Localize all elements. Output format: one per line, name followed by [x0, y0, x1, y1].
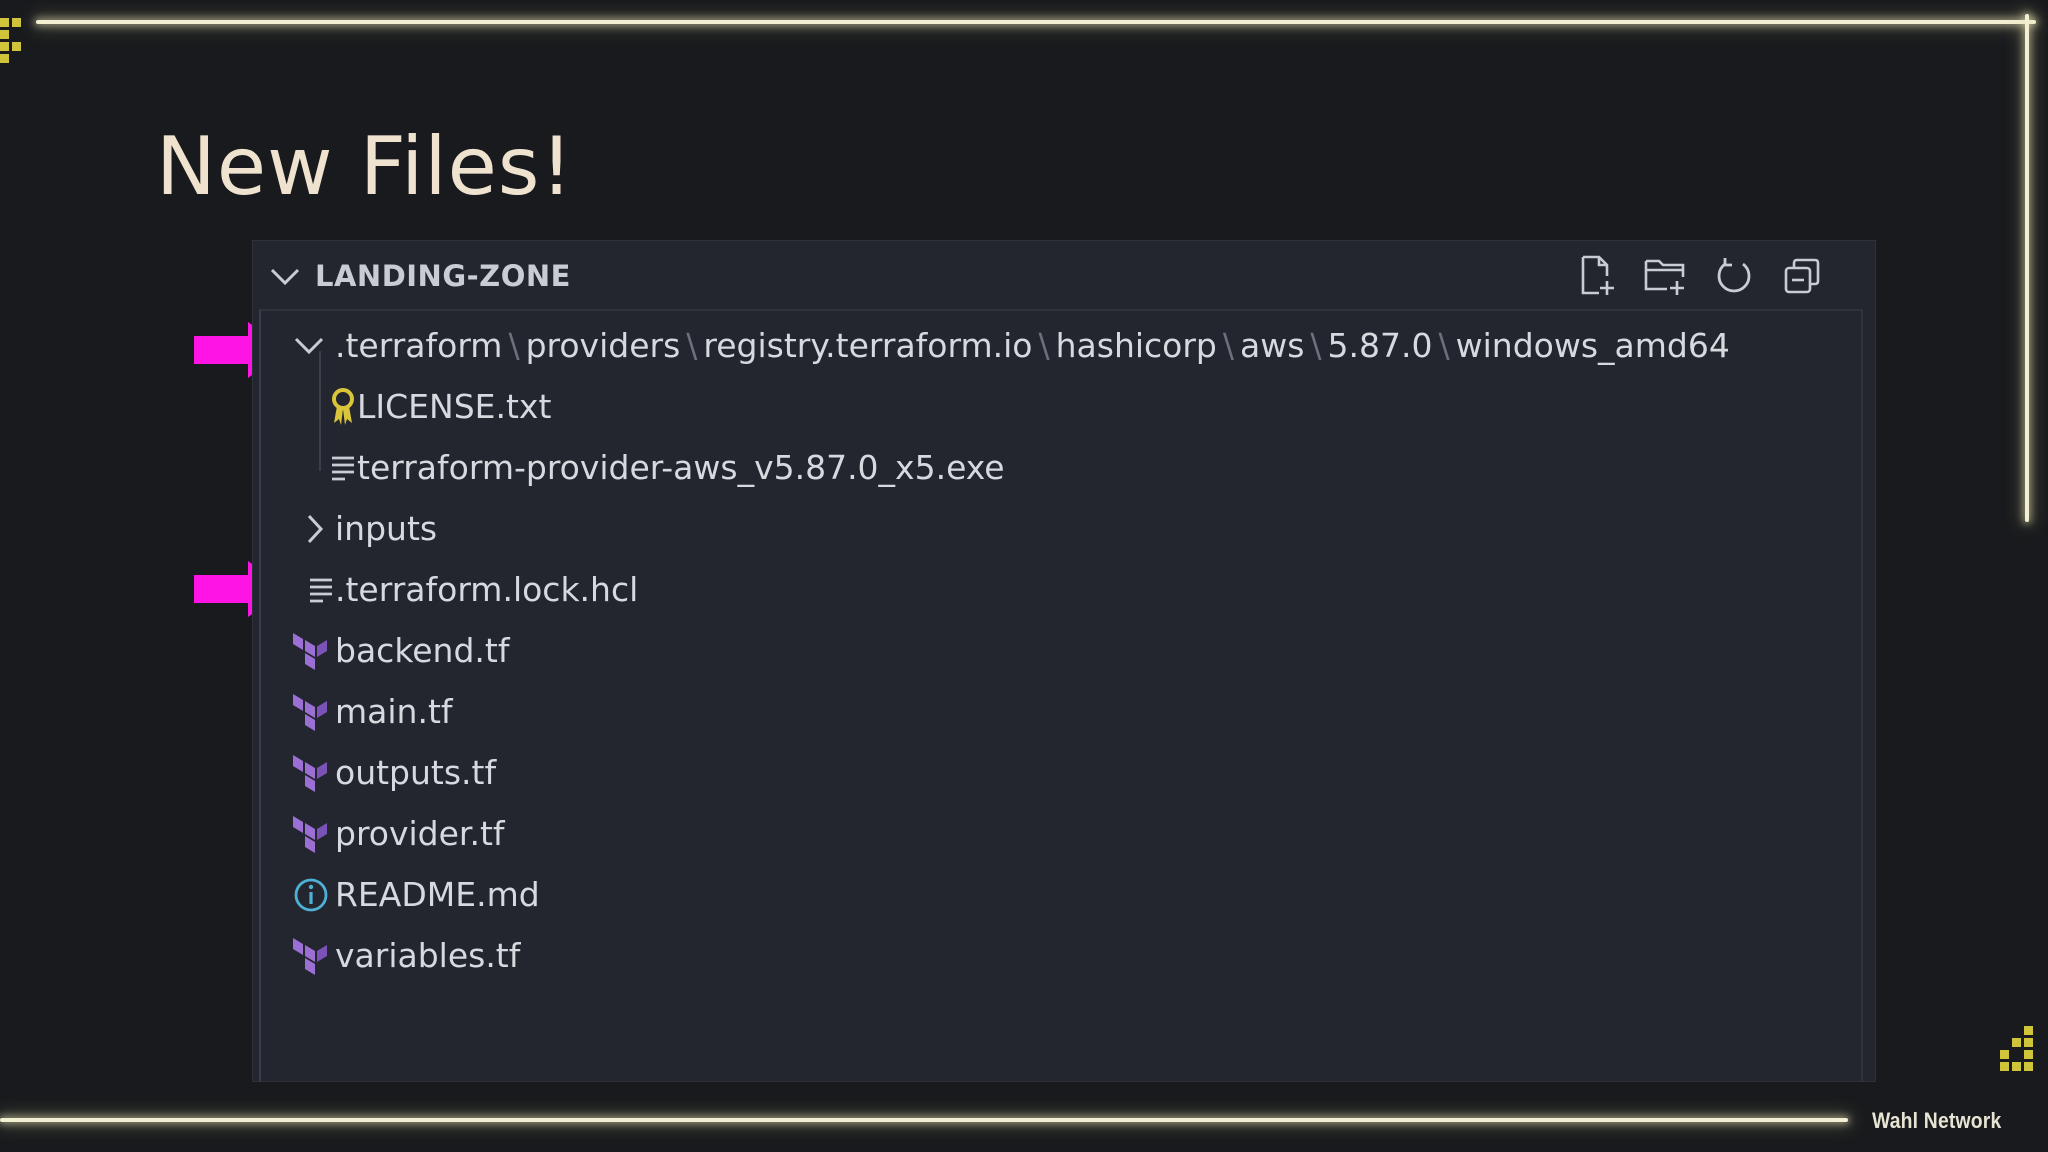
tree-folder-inputs[interactable]: inputs — [261, 498, 1861, 559]
info-icon — [291, 875, 331, 915]
file-label[interactable]: LICENSE.txt — [357, 387, 551, 426]
tree-folder-terraform-providers[interactable]: .terraform \ providers \ registry.terraform.… — [261, 315, 1861, 376]
tree-file-provider-exe[interactable]: terraform-provider-aws_v5.87.0_x5.exe — [261, 437, 1861, 498]
file-label[interactable]: outputs.tf — [335, 753, 496, 792]
path-separator: \ — [1038, 326, 1050, 365]
new-file-icon[interactable] — [1575, 253, 1621, 299]
pixel-decoration-top-left — [0, 18, 33, 63]
terraform-icon — [291, 753, 331, 793]
file-label[interactable]: provider.tf — [335, 814, 505, 853]
tree-file-main[interactable]: main.tf — [261, 681, 1861, 742]
chevron-down-icon[interactable] — [289, 326, 329, 366]
path-segment: providers — [525, 326, 681, 365]
file-label[interactable]: README.md — [335, 875, 540, 914]
tree-file-readme[interactable]: README.md — [261, 864, 1861, 925]
frame-line-top — [36, 20, 2036, 24]
refresh-icon[interactable] — [1711, 253, 1757, 299]
path-separator: \ — [1438, 326, 1450, 365]
terraform-icon — [291, 814, 331, 854]
path-segment: registry.terraform.io — [703, 326, 1033, 365]
explorer-panel: LANDING-ZONE .terraform \ providers \ re… — [252, 240, 1876, 1082]
new-folder-icon[interactable] — [1643, 253, 1689, 299]
tree-file-license[interactable]: LICENSE.txt — [261, 376, 1861, 437]
file-label[interactable]: .terraform.lock.hcl — [335, 570, 638, 609]
path-segment: .terraform — [335, 326, 503, 365]
tree-file-outputs[interactable]: outputs.tf — [261, 742, 1861, 803]
explorer-header[interactable]: LANDING-ZONE — [253, 241, 1875, 309]
terraform-icon — [291, 692, 331, 732]
path-separator: \ — [686, 326, 698, 365]
file-label[interactable]: terraform-provider-aws_v5.87.0_x5.exe — [357, 448, 1005, 487]
path-separator: \ — [1222, 326, 1234, 365]
path-segment: aws — [1240, 326, 1305, 365]
frame-line-right — [2025, 14, 2029, 522]
folder-path-label[interactable]: .terraform \ providers \ registry.terraform.… — [335, 326, 1730, 365]
file-label[interactable]: variables.tf — [335, 936, 520, 975]
path-segment: windows_amd64 — [1455, 326, 1730, 365]
path-segment: hashicorp — [1055, 326, 1217, 365]
explorer-header-actions — [1575, 253, 1825, 299]
channel-watermark: Wahl Network — [1872, 1108, 2002, 1133]
frame-line-bottom — [0, 1118, 1848, 1122]
terraform-icon — [291, 936, 331, 976]
folder-label[interactable]: inputs — [335, 509, 437, 548]
collapse-all-icon[interactable] — [1779, 253, 1825, 299]
file-label[interactable]: main.tf — [335, 692, 453, 731]
path-segment: 5.87.0 — [1327, 326, 1433, 365]
chevron-down-icon[interactable] — [269, 267, 301, 287]
tree-file-backend[interactable]: backend.tf — [261, 620, 1861, 681]
chevron-right-icon[interactable] — [295, 509, 335, 549]
tree-file-lock[interactable]: .terraform.lock.hcl — [261, 559, 1861, 620]
path-separator: \ — [508, 326, 520, 365]
path-separator: \ — [1310, 326, 1322, 365]
tree-file-variables[interactable]: variables.tf — [261, 925, 1861, 986]
file-label[interactable]: backend.tf — [335, 631, 509, 670]
tree-file-provider[interactable]: provider.tf — [261, 803, 1861, 864]
terraform-icon — [291, 631, 331, 671]
file-tree: .terraform \ providers \ registry.terraform.… — [259, 309, 1863, 1081]
slide-title: New Files! — [156, 120, 574, 213]
pixel-decoration-bottom-right — [2000, 1026, 2033, 1071]
explorer-root-label[interactable]: LANDING-ZONE — [315, 259, 571, 293]
